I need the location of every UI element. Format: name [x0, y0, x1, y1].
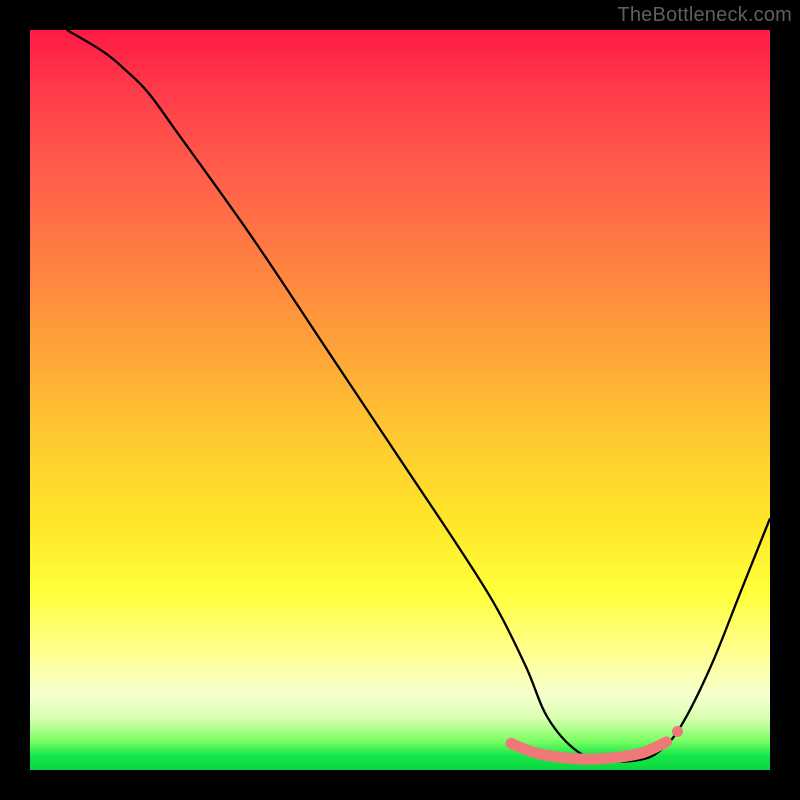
- plot-area: [30, 30, 770, 770]
- watermark-text: TheBottleneck.com: [617, 4, 792, 27]
- curve-layer: [30, 30, 770, 770]
- chart-frame: TheBottleneck.com: [0, 0, 800, 800]
- trough-end-dot-icon: [672, 726, 683, 737]
- bottleneck-curve: [67, 30, 770, 762]
- trough-highlight: [511, 742, 666, 759]
